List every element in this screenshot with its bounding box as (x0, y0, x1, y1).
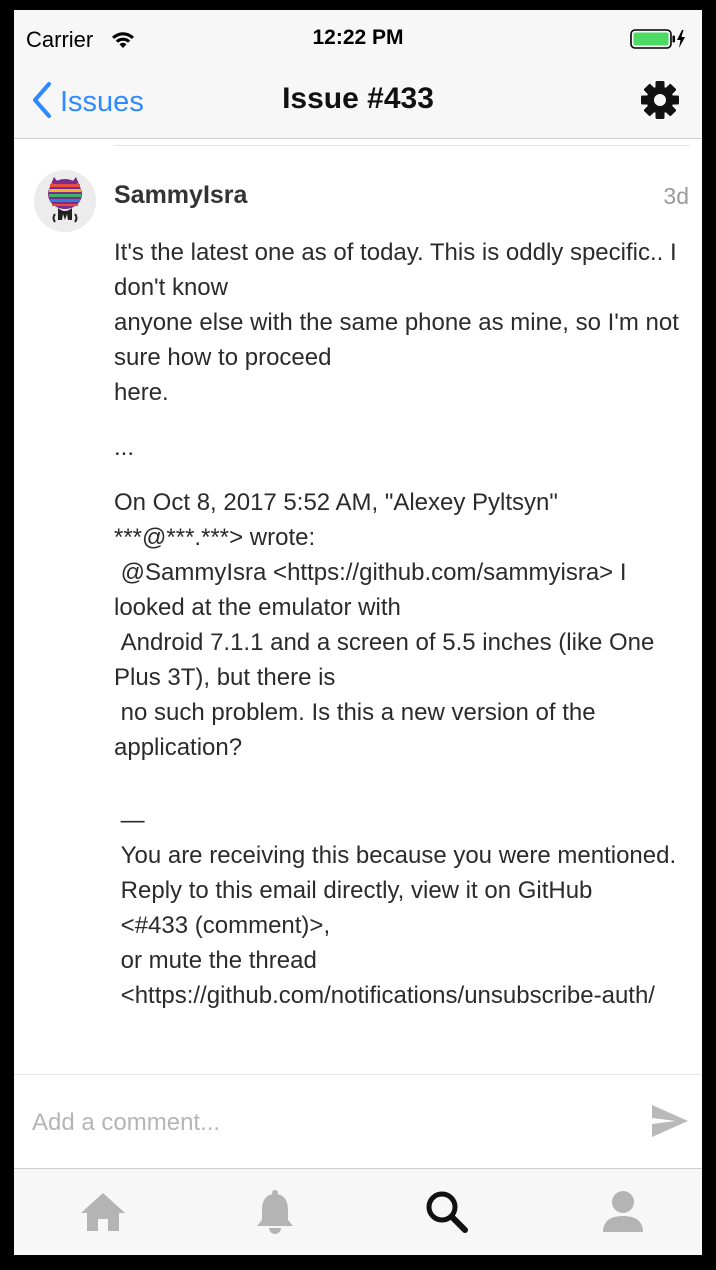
quoted-reply: On Oct 8, 2017 5:52 AM, "Alexey Pyltsyn"… (114, 485, 694, 765)
tab-profile[interactable] (593, 1187, 653, 1241)
divider (114, 145, 690, 146)
quote-line: Android 7.1.1 and a screen of 5.5 inches… (114, 629, 662, 691)
comment-thread[interactable]: SammyIsra 3d It's the latest one as of t… (14, 139, 702, 1074)
status-bar: Carrier 12:22 PM (14, 10, 702, 66)
app-screen: Carrier 12:22 PM Issues Issue #433 Sammy… (14, 10, 702, 1255)
back-button[interactable]: Issues (32, 82, 144, 123)
footer-line: You are receiving this because you were … (114, 842, 677, 869)
tab-search[interactable] (417, 1187, 477, 1241)
battery-charging-icon (630, 29, 686, 54)
comment-paragraph: It's the latest one as of today. This is… (114, 235, 694, 410)
navigation-bar: Issues Issue #433 (14, 66, 702, 139)
home-icon (77, 1189, 129, 1240)
avatar[interactable] (34, 170, 96, 232)
search-icon (423, 1188, 471, 1241)
gear-icon[interactable] (638, 78, 682, 127)
quote-line: On Oct 8, 2017 5:52 AM, "Alexey Pyltsyn" (114, 489, 558, 516)
comment-timestamp: 3d (663, 183, 689, 209)
tab-notifications[interactable] (245, 1187, 305, 1241)
footer-line: Reply to this email directly, view it on… (114, 877, 593, 904)
send-icon[interactable] (650, 1103, 690, 1144)
comment-body: It's the latest one as of today. This is… (114, 235, 694, 1013)
back-button-label: Issues (60, 86, 144, 118)
comment-input[interactable] (32, 1103, 612, 1143)
quote-toggle[interactable]: ... (114, 430, 694, 465)
footer-line: <#433 (comment)>, (114, 912, 331, 939)
comment-text-line: here. (114, 379, 169, 406)
tab-bar (14, 1168, 702, 1255)
quote-line: ***@***.***> wrote: (114, 524, 316, 551)
email-footer: — You are receiving this because you wer… (114, 803, 694, 1013)
quote-line: no such problem. Is this a new version o… (114, 699, 603, 761)
comment-text-line: anyone else with the same phone as mine,… (114, 309, 679, 371)
bell-icon (253, 1188, 297, 1241)
chevron-left-icon (32, 82, 52, 123)
tab-home[interactable] (73, 1187, 133, 1241)
footer-line: or mute the thread (114, 947, 317, 974)
footer-line: — (114, 807, 145, 834)
profile-icon (600, 1188, 646, 1241)
quote-line: @SammyIsra <https://github.com/sammyisra… (114, 559, 634, 621)
comment-author[interactable]: SammyIsra (114, 181, 247, 210)
status-time: 12:22 PM (312, 26, 404, 49)
comment-text-line: It's the latest one as of today. This is… (114, 239, 677, 301)
footer-line: <https://github.com/notifications/unsubs… (114, 982, 655, 1009)
comment-composer (14, 1074, 702, 1169)
